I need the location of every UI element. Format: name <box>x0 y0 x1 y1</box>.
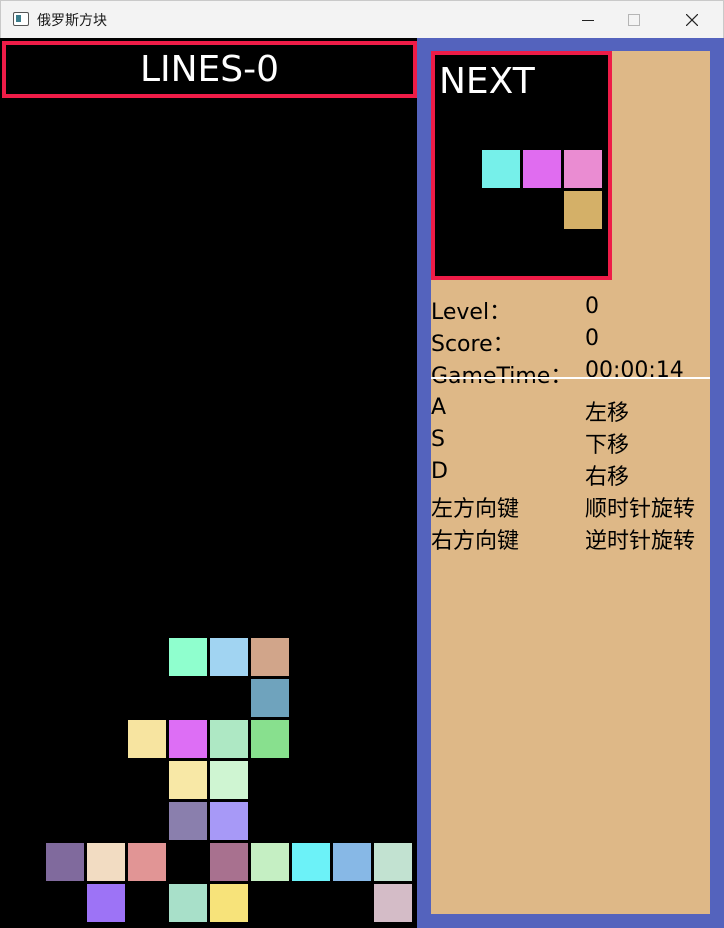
title-bar: 俄罗斯方块 <box>0 0 724 38</box>
board-block <box>251 679 289 717</box>
game-area: LINES-0 NEXT Level： 0 Score： 0 GameTime：… <box>0 38 724 928</box>
score-value: 0 <box>585 326 599 351</box>
score-label: Score： <box>431 332 515 357</box>
next-piece-block <box>564 191 602 229</box>
next-piece-block <box>523 150 561 188</box>
board-block <box>87 884 125 922</box>
side-panel: NEXT Level： 0 Score： 0 GameTime： 00:00:1… <box>431 51 710 914</box>
board-block <box>210 720 248 758</box>
board-block <box>292 843 330 881</box>
control-key-down: S <box>431 427 445 452</box>
board-block <box>46 843 84 881</box>
control-action-rotate-ccw: 逆时针旋转 <box>585 529 696 554</box>
board-block <box>128 843 166 881</box>
control-action-rotate-cw: 顺时针旋转 <box>585 497 696 522</box>
control-action-left: 左移 <box>585 401 630 426</box>
control-key-rotate-cw: 左方向键 <box>431 497 520 522</box>
board-block <box>169 720 207 758</box>
board-block <box>169 638 207 676</box>
lines-counter: LINES-0 <box>2 41 417 98</box>
board-block <box>333 843 371 881</box>
board-block <box>251 843 289 881</box>
control-action-right: 右移 <box>585 465 630 490</box>
gametime-label: GameTime： <box>431 364 573 389</box>
game-board: LINES-0 <box>0 38 417 928</box>
board-block <box>169 802 207 840</box>
control-key-rotate-ccw: 右方向键 <box>431 529 520 554</box>
level-value: 0 <box>585 294 599 319</box>
board-block <box>374 884 412 922</box>
board-block <box>169 884 207 922</box>
board-block <box>87 843 125 881</box>
gametime-value: 00:00:14 <box>585 358 684 383</box>
level-label: Level： <box>431 300 512 325</box>
next-piece-block <box>482 150 520 188</box>
control-key-right: D <box>431 459 448 484</box>
app-icon <box>13 12 29 26</box>
divider <box>431 377 710 379</box>
board-block <box>210 761 248 799</box>
minimize-icon <box>582 20 594 21</box>
maximize-button[interactable] <box>611 1 657 39</box>
next-piece-block <box>564 150 602 188</box>
board-block <box>210 802 248 840</box>
control-key-left: A <box>431 395 447 420</box>
board-block <box>210 843 248 881</box>
maximize-icon <box>628 14 640 26</box>
next-label: NEXT <box>439 61 535 102</box>
close-icon <box>686 14 698 26</box>
board-block <box>210 638 248 676</box>
board-block <box>210 884 248 922</box>
close-button[interactable] <box>669 1 715 39</box>
board-block <box>128 720 166 758</box>
board-block <box>251 638 289 676</box>
control-action-down: 下移 <box>585 433 630 458</box>
next-piece-preview: NEXT <box>431 51 612 280</box>
board-block <box>251 720 289 758</box>
board-block <box>169 761 207 799</box>
board-block <box>374 843 412 881</box>
window-title: 俄罗斯方块 <box>37 13 107 29</box>
minimize-button[interactable] <box>565 1 611 39</box>
